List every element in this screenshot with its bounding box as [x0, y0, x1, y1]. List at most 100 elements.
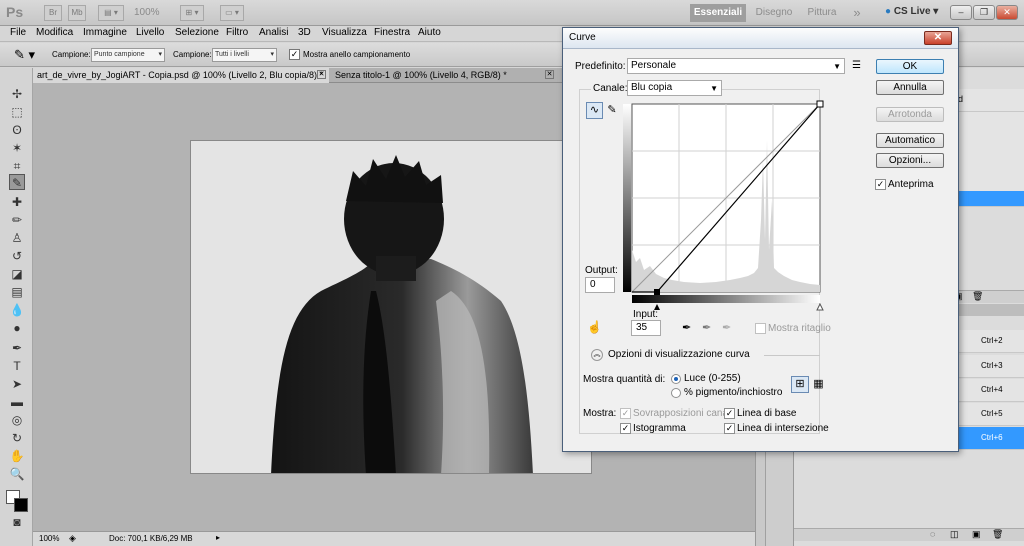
dodge-tool-icon[interactable]: ●: [9, 320, 25, 336]
tab-document-1[interactable]: art_de_vivre_by_JogiART - Copia.psd @ 10…: [33, 68, 329, 83]
move-tool-icon[interactable]: ✢: [9, 86, 25, 102]
channel-select[interactable]: Blu copia ▼: [627, 80, 722, 96]
shape-tool-icon[interactable]: ▬: [9, 394, 25, 410]
path-select-tool-icon[interactable]: ➤: [9, 376, 25, 392]
3d-rotate-tool-icon[interactable]: ◎: [9, 412, 25, 428]
menu-help[interactable]: Aiuto: [418, 27, 441, 38]
pencil-icon[interactable]: ✎: [605, 102, 619, 119]
eyedropper-tool-icon[interactable]: ✎: [9, 174, 25, 190]
input-field[interactable]: 35: [631, 320, 661, 336]
extras-menu-button[interactable]: ▤ ▾: [98, 5, 124, 21]
zoom-level[interactable]: 100%: [134, 7, 160, 18]
pigment-radio[interactable]: [671, 388, 681, 398]
sample-layers-select[interactable]: Tutti i livelli ▾: [212, 48, 277, 62]
workspace-essentials[interactable]: Essenziali: [690, 4, 746, 22]
baseline-checkbox[interactable]: ✓: [724, 408, 735, 419]
status-menu-arrow-icon[interactable]: ▸: [216, 533, 220, 542]
eyedropper-tool-icon[interactable]: ✎ ▾: [14, 47, 35, 63]
output-field[interactable]: 0: [585, 277, 615, 293]
preset-select[interactable]: Personale ▼: [627, 58, 845, 74]
trash-icon[interactable]: 🗑: [972, 291, 983, 302]
intersection-checkbox[interactable]: ✓: [724, 423, 735, 434]
more-workspaces-icon[interactable]: »: [848, 4, 866, 22]
menu-analysis[interactable]: Analisi: [259, 27, 288, 38]
blur-tool-icon[interactable]: 💧: [9, 302, 25, 318]
quick-mask-icon[interactable]: ◙: [9, 514, 25, 530]
cs-live-menu[interactable]: ● CS Live ▾: [885, 6, 938, 17]
load-selection-icon[interactable]: ◌: [930, 529, 935, 539]
close-icon[interactable]: ✕: [317, 70, 326, 79]
type-tool-icon[interactable]: T: [9, 358, 25, 374]
clipping-checkbox[interactable]: [755, 323, 766, 334]
brush-tool-icon[interactable]: ✏: [9, 212, 25, 228]
simple-grid-icon[interactable]: ⊞: [791, 376, 809, 393]
zoom-tool-icon[interactable]: 🔍: [9, 466, 25, 482]
preview-checkbox[interactable]: ✓: [875, 179, 886, 190]
close-icon[interactable]: ✕: [996, 5, 1018, 20]
cancel-button[interactable]: Annulla: [876, 80, 944, 95]
restore-icon[interactable]: ❐: [973, 5, 995, 20]
channel-value: Blu copia: [631, 82, 673, 93]
document-image[interactable]: [190, 140, 592, 474]
save-selection-icon[interactable]: ◫: [950, 529, 959, 540]
channel-overlays-checkbox[interactable]: ✓: [620, 408, 631, 419]
detailed-grid-icon[interactable]: ▦: [811, 376, 826, 393]
screen-mode-button[interactable]: ▭ ▾: [220, 5, 244, 21]
clone-stamp-tool-icon[interactable]: ♙: [9, 230, 25, 246]
curve-edit-icon[interactable]: ∿: [586, 102, 603, 119]
ok-button[interactable]: OK: [876, 59, 944, 74]
show-ring-checkbox[interactable]: ✓: [289, 49, 300, 60]
minimize-icon[interactable]: –: [950, 5, 972, 20]
menu-filter[interactable]: Filtro: [226, 27, 248, 38]
gradient-tool-icon[interactable]: ▤: [9, 284, 25, 300]
curves-graph[interactable]: [620, 100, 826, 312]
hand-tool-icon[interactable]: ✋: [9, 448, 25, 464]
marquee-tool-icon[interactable]: ⬚: [9, 104, 25, 120]
black-eyedropper-icon[interactable]: ✒: [682, 321, 691, 334]
light-radio[interactable]: [671, 374, 681, 384]
channels-panel-footer: ◌ ◫ ▣ 🗑: [794, 528, 1024, 541]
menu-3d[interactable]: 3D: [298, 27, 311, 38]
histogram-checkbox[interactable]: ✓: [620, 423, 631, 434]
workspace-painting[interactable]: Pittura: [802, 4, 842, 22]
quick-select-tool-icon[interactable]: ✶: [9, 140, 25, 156]
workspace-design[interactable]: Disegno: [752, 4, 796, 22]
sample-size-select[interactable]: Punto campione ▾: [91, 48, 165, 62]
3d-orbit-tool-icon[interactable]: ↻: [9, 430, 25, 446]
new-channel-icon[interactable]: ▣: [972, 529, 981, 540]
background-color-swatch[interactable]: [14, 498, 28, 512]
tab-document-2[interactable]: Senza titolo-1 @ 100% (Livello 4, RGB/8)…: [331, 68, 557, 83]
eraser-tool-icon[interactable]: ◪: [9, 266, 25, 282]
dialog-titlebar[interactable]: Curve ✕: [563, 28, 958, 49]
trash-icon[interactable]: 🗑: [992, 529, 1003, 540]
menu-file[interactable]: File: [10, 27, 26, 38]
menu-layer[interactable]: Livello: [136, 27, 164, 38]
crop-tool-icon[interactable]: ⌗: [9, 158, 25, 174]
white-eyedropper-icon[interactable]: ✒: [722, 321, 731, 334]
preset-options-icon[interactable]: ☰: [852, 60, 861, 71]
view-grid-button[interactable]: ⊞ ▾: [180, 5, 204, 21]
menu-view[interactable]: Visualizza: [322, 27, 367, 38]
curve-point: [816, 100, 824, 108]
status-info-icon[interactable]: ◈: [69, 533, 76, 544]
menu-edit[interactable]: Modifica: [36, 27, 73, 38]
history-brush-tool-icon[interactable]: ↺: [9, 248, 25, 264]
menu-window[interactable]: Finestra: [374, 27, 410, 38]
smooth-button[interactable]: Arrotonda: [876, 107, 944, 122]
bridge-button[interactable]: Br: [44, 5, 62, 21]
healing-brush-tool-icon[interactable]: ✚: [9, 194, 25, 210]
histogram-label: Istogramma: [633, 423, 686, 434]
close-icon[interactable]: ✕: [924, 31, 952, 45]
auto-button[interactable]: Automatico: [876, 133, 944, 148]
options-button[interactable]: Opzioni...: [876, 153, 944, 168]
target-adjust-icon[interactable]: ☝: [587, 320, 602, 334]
mini-bridge-button[interactable]: Mb: [68, 5, 86, 21]
close-icon[interactable]: ✕: [545, 70, 554, 79]
pen-tool-icon[interactable]: ✒: [9, 340, 25, 356]
menu-image[interactable]: Immagine: [83, 27, 127, 38]
collapse-icon[interactable]: ︽: [591, 349, 603, 361]
menu-select[interactable]: Selezione: [175, 27, 219, 38]
status-zoom[interactable]: 100%: [39, 534, 59, 543]
lasso-tool-icon[interactable]: ʘ: [9, 122, 25, 138]
gray-eyedropper-icon[interactable]: ✒: [702, 321, 711, 334]
